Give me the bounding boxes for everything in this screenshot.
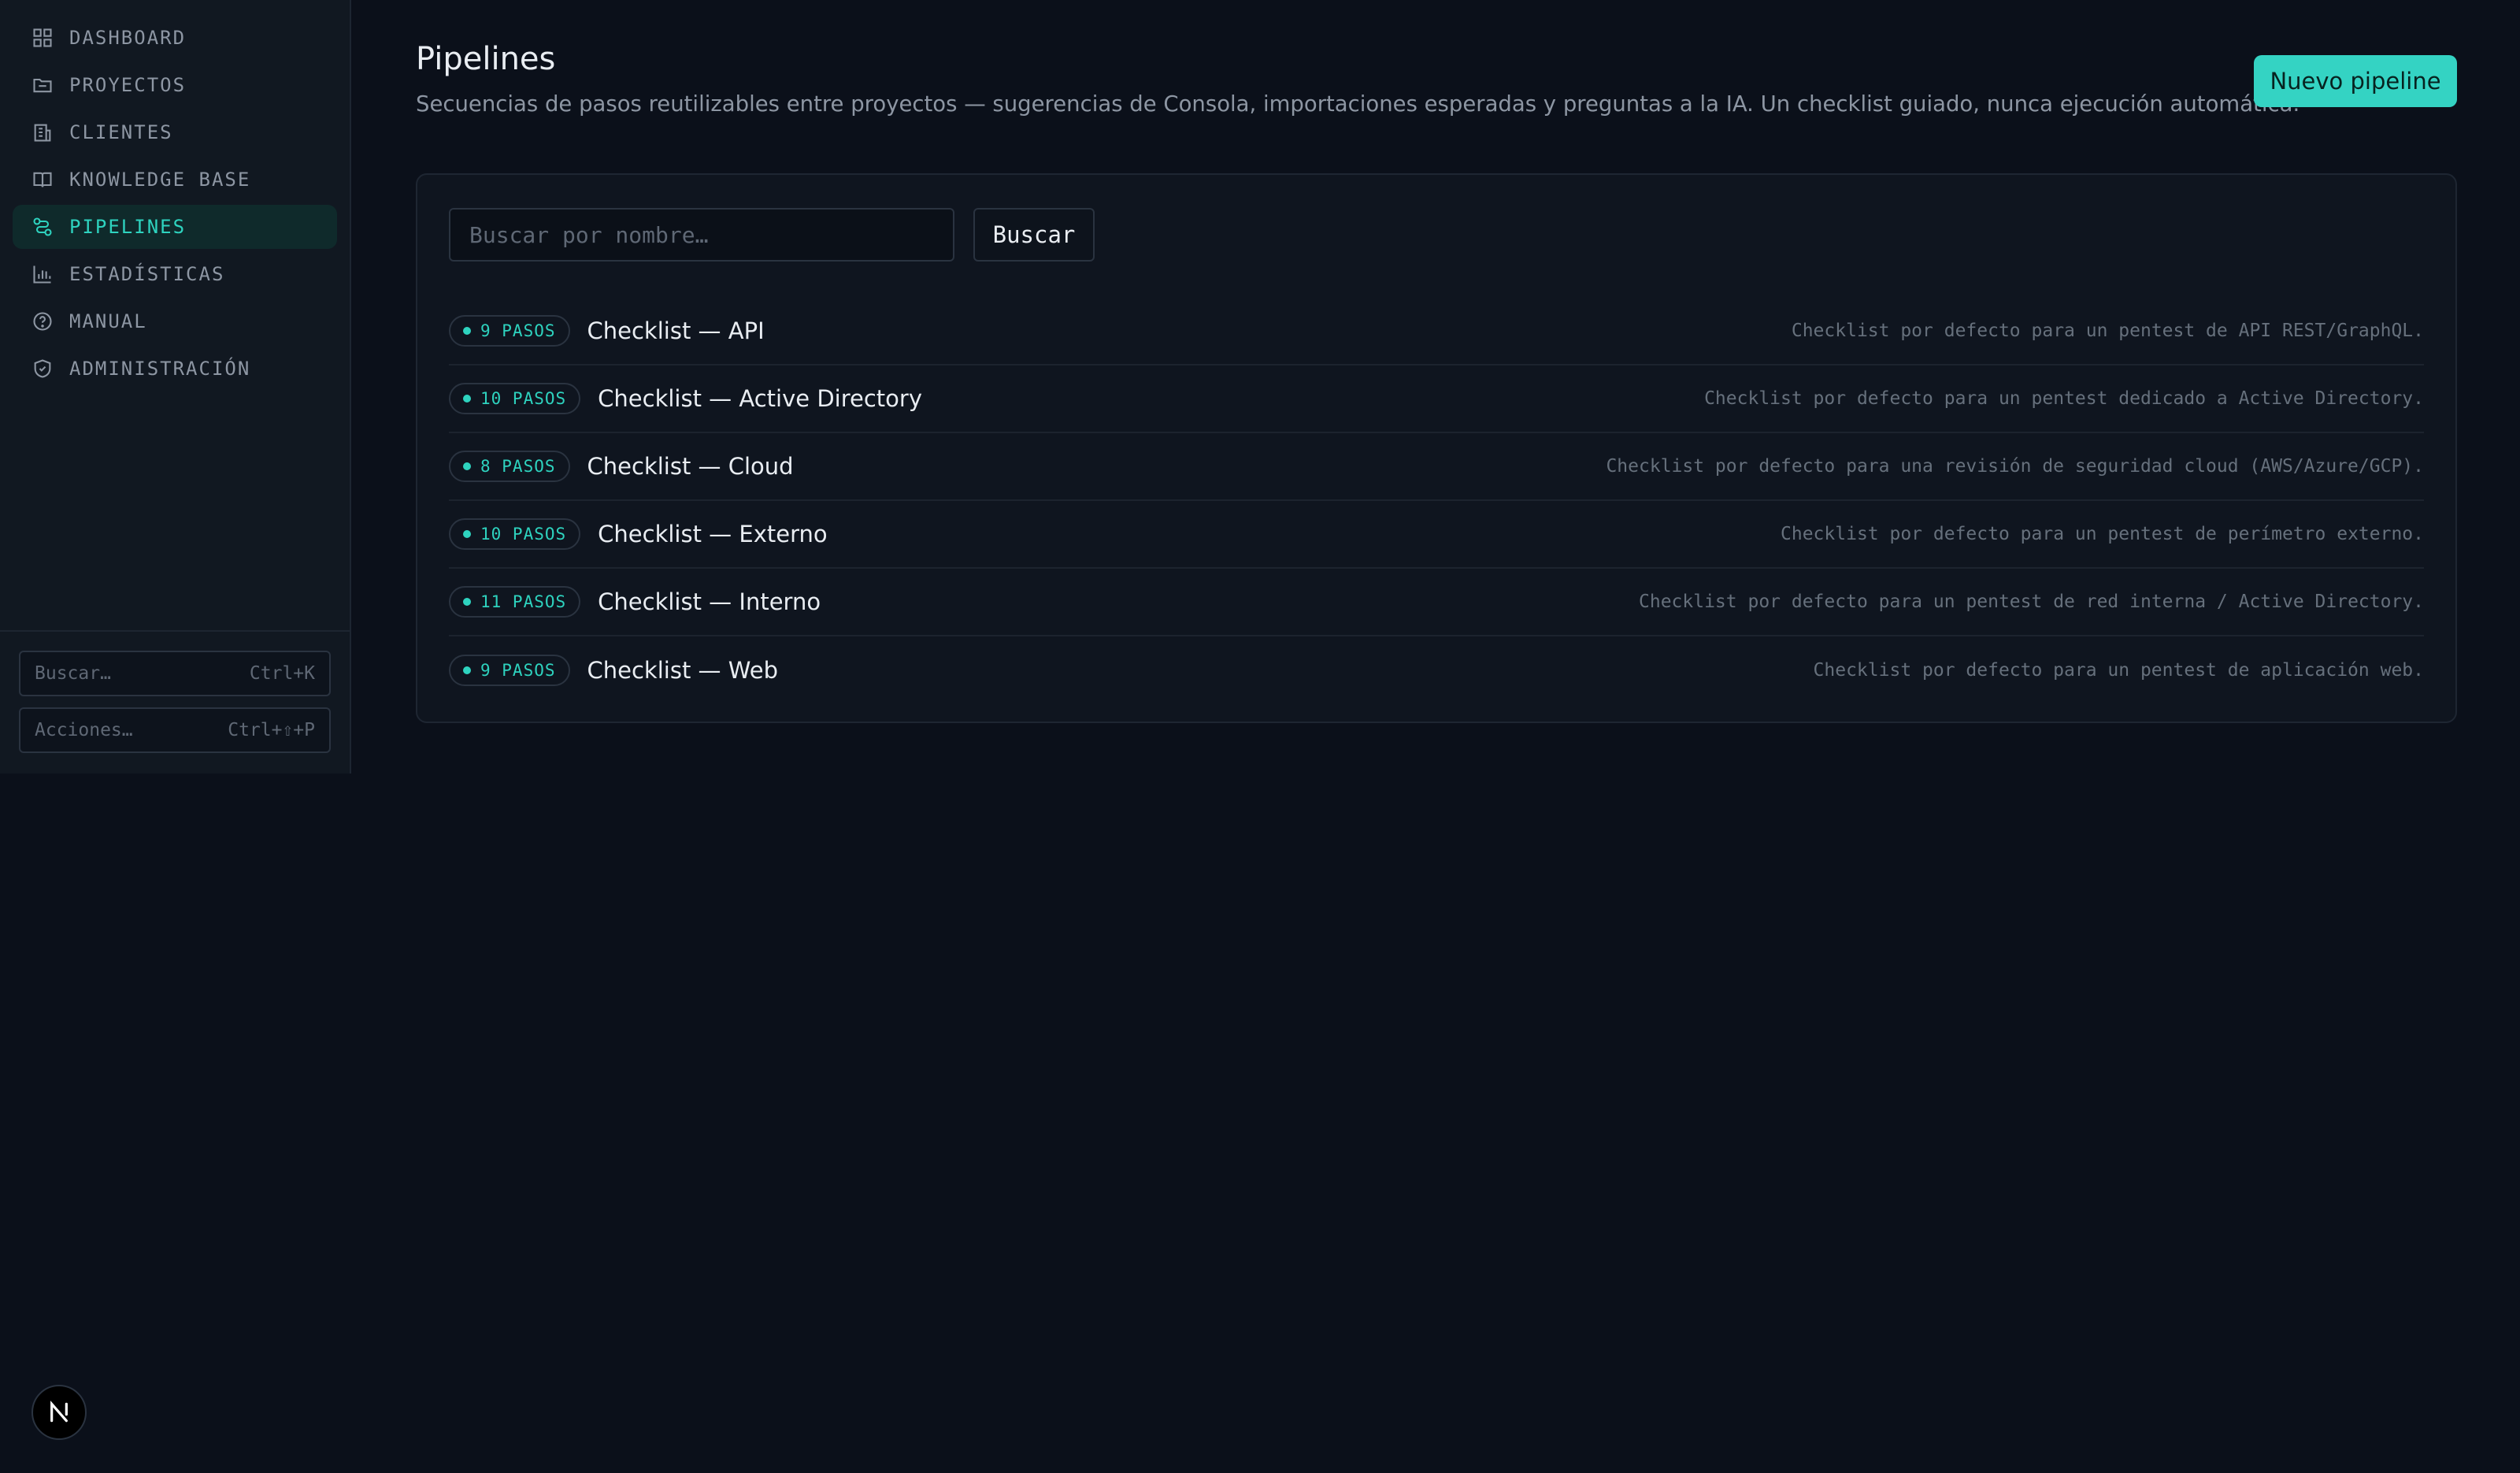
pipeline-description: Checklist por defecto para un pentest de…: [1639, 592, 2424, 612]
pipeline-row[interactable]: 9 PASOS Checklist — API Checklist por de…: [449, 298, 2424, 365]
sidebar-item-proyectos[interactable]: PROYECTOS: [13, 63, 337, 107]
pipeline-name[interactable]: Checklist — Externo: [598, 521, 827, 547]
pipeline-name[interactable]: Checklist — Cloud: [587, 453, 794, 480]
sidebar-item-label: KNOWLEDGE BASE: [69, 169, 251, 191]
search-input[interactable]: [449, 208, 954, 262]
steps-count: 8 PASOS: [480, 457, 556, 476]
sidebar-item-knowledge-base[interactable]: KNOWLEDGE BASE: [13, 158, 337, 202]
pipeline-row[interactable]: 11 PASOS Checklist — Interno Checklist p…: [449, 569, 2424, 636]
folder-icon: [33, 78, 52, 93]
pipeline-name[interactable]: Checklist — Interno: [598, 588, 821, 615]
status-dot-icon: [463, 462, 471, 470]
quick-actions-shortcut: Ctrl+⇧+P: [228, 720, 315, 740]
nextjs-dev-indicator[interactable]: [32, 1385, 87, 1440]
pipeline-description: Checklist por defecto para un pentest de…: [1704, 388, 2424, 409]
sidebar-item-label: DASHBOARD: [69, 27, 187, 49]
pipeline-description: Checklist por defecto para un pentest de…: [1791, 321, 2424, 341]
sidebar-item-label: CLIENTES: [69, 121, 173, 143]
page-subtitle: Secuencias de pasos reutilizables entre …: [416, 91, 2300, 117]
pipeline-row[interactable]: 8 PASOS Checklist — Cloud Checklist por …: [449, 433, 2424, 501]
steps-count: 11 PASOS: [480, 592, 567, 611]
building-icon: [34, 124, 51, 142]
pipeline-row[interactable]: 10 PASOS Checklist — Externo Checklist p…: [449, 501, 2424, 569]
steps-badge: 10 PASOS: [449, 383, 581, 414]
sidebar-item-label: PROYECTOS: [69, 74, 187, 96]
sidebar-item-administracion[interactable]: ADMINISTRACIÓN: [13, 347, 337, 391]
sidebar-item-manual[interactable]: MANUAL: [13, 299, 337, 343]
pipelines-list: 9 PASOS Checklist — API Checklist por de…: [449, 298, 2424, 704]
quick-actions-label: Acciones…: [35, 720, 133, 740]
steps-count: 10 PASOS: [480, 389, 567, 408]
status-dot-icon: [463, 530, 471, 538]
sidebar-item-label: MANUAL: [69, 310, 147, 332]
steps-badge: 10 PASOS: [449, 518, 581, 550]
steps-count: 9 PASOS: [480, 321, 556, 340]
pipeline-name[interactable]: Checklist — API: [587, 317, 765, 344]
pipeline-name[interactable]: Checklist — Web: [587, 657, 778, 684]
status-dot-icon: [463, 327, 471, 335]
quick-actions-button[interactable]: Acciones… Ctrl+⇧+P: [19, 707, 331, 753]
search-row: Buscar: [449, 208, 1095, 262]
new-pipeline-button[interactable]: Nuevo pipeline: [2254, 55, 2457, 107]
quick-search-shortcut: Ctrl+K: [249, 663, 315, 684]
sidebar-item-label: ADMINISTRACIÓN: [69, 358, 251, 380]
steps-badge: 8 PASOS: [449, 451, 570, 482]
steps-badge: 11 PASOS: [449, 586, 581, 618]
steps-badge: 9 PASOS: [449, 655, 570, 686]
status-dot-icon: [463, 598, 471, 606]
page-title: Pipelines: [416, 41, 556, 77]
n-logo-icon: [50, 1401, 68, 1423]
book-icon: [33, 172, 52, 187]
search-button[interactable]: Buscar: [973, 208, 1095, 262]
help-circle-icon: [33, 312, 52, 331]
sidebar-item-label: PIPELINES: [69, 216, 187, 238]
sidebar: DASHBOARD PROYECTOS CLIENTES KNOWLEDGE B…: [0, 0, 351, 774]
pipeline-description: Checklist por defecto para una revisión …: [1606, 456, 2424, 477]
quick-search-label: Buscar…: [35, 663, 111, 684]
pipeline-row[interactable]: 9 PASOS Checklist — Web Checklist por de…: [449, 636, 2424, 704]
steps-count: 10 PASOS: [480, 525, 567, 544]
sidebar-item-clientes[interactable]: CLIENTES: [13, 110, 337, 154]
pipeline-description: Checklist por defecto para un pentest de…: [1813, 660, 2424, 681]
sidebar-item-estadisticas[interactable]: ESTADÍSTICAS: [13, 252, 337, 296]
pipelines-card: Buscar 9 PASOS Checklist — API Checklist…: [416, 173, 2457, 723]
dashboard-icon: [33, 28, 52, 47]
steps-count: 9 PASOS: [480, 661, 556, 680]
status-dot-icon: [463, 666, 471, 674]
steps-badge: 9 PASOS: [449, 315, 570, 347]
sidebar-item-dashboard[interactable]: DASHBOARD: [13, 16, 337, 60]
shield-icon: [34, 359, 51, 378]
bar-chart-icon: [33, 265, 51, 284]
pipeline-description: Checklist por defecto para un pentest de…: [1781, 524, 2424, 544]
pipeline-row[interactable]: 10 PASOS Checklist — Active Directory Ch…: [449, 365, 2424, 433]
sidebar-item-pipelines[interactable]: PIPELINES: [13, 205, 337, 249]
sidebar-item-label: ESTADÍSTICAS: [69, 263, 225, 285]
sidebar-nav: DASHBOARD PROYECTOS CLIENTES KNOWLEDGE B…: [0, 0, 350, 391]
quick-search-button[interactable]: Buscar… Ctrl+K: [19, 651, 331, 696]
status-dot-icon: [463, 395, 471, 403]
sidebar-quick-tools: Buscar… Ctrl+K Acciones… Ctrl+⇧+P: [0, 630, 350, 764]
route-icon: [33, 217, 52, 236]
pipeline-name[interactable]: Checklist — Active Directory: [598, 385, 922, 412]
